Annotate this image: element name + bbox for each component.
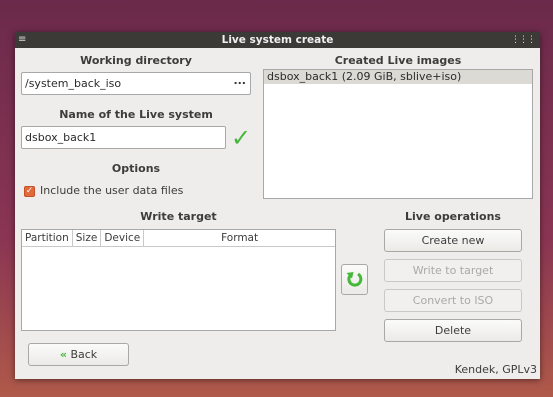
back-button[interactable]: « Back	[28, 343, 129, 366]
working-directory-value: /system_back_iso	[25, 77, 122, 90]
delete-button[interactable]: Delete	[384, 319, 522, 342]
refresh-button[interactable]	[341, 264, 368, 295]
valid-check-icon: ✓	[231, 124, 252, 152]
refresh-icon	[346, 272, 363, 287]
table-header-row: Partition Size Device Format	[22, 230, 335, 247]
created-images-label: Created Live images	[334, 54, 462, 67]
live-name-label: Name of the Live system	[59, 108, 213, 121]
working-directory-label: Working directory	[80, 54, 192, 67]
convert-to-iso-button[interactable]: Convert to ISO	[384, 289, 522, 312]
back-label: Back	[70, 348, 98, 361]
live-name-value: dsbox_back1	[25, 131, 97, 144]
column-size[interactable]: Size	[72, 230, 102, 247]
working-directory-field[interactable]: /system_back_iso ...	[21, 72, 251, 95]
create-new-button[interactable]: Create new	[384, 229, 522, 252]
column-device[interactable]: Device	[100, 230, 145, 247]
created-image-item[interactable]: dsbox_back1 (2.09 GiB, sblive+iso)	[264, 70, 532, 84]
created-images-list[interactable]: dsbox_back1 (2.09 GiB, sblive+iso)	[263, 69, 533, 199]
write-target-table[interactable]: Partition Size Device Format	[21, 229, 336, 331]
window-grip-icon[interactable]: ⋮⋮⋮	[511, 32, 536, 48]
browse-dots-icon[interactable]: ...	[233, 70, 246, 91]
live-operations-label: Live operations	[405, 210, 501, 223]
column-partition[interactable]: Partition	[22, 230, 73, 247]
write-to-target-button[interactable]: Write to target	[384, 259, 522, 282]
live-system-window: ≡ Live system create ⋮⋮⋮ Working directo…	[15, 32, 540, 379]
include-user-data-checkbox[interactable]: ✓	[24, 186, 35, 197]
write-target-label: Write target	[140, 210, 217, 223]
options-label: Options	[111, 162, 161, 175]
back-arrows-icon: «	[59, 348, 67, 361]
footer-credit: Kendek, GPLv3	[454, 363, 537, 376]
column-format[interactable]: Format	[143, 230, 335, 247]
live-name-input[interactable]: dsbox_back1	[21, 126, 226, 149]
title-bar: ≡ Live system create ⋮⋮⋮	[15, 32, 540, 48]
include-user-data-label: Include the user data files	[40, 184, 184, 197]
window-menu-icon[interactable]: ≡	[18, 32, 26, 48]
window-title: Live system create	[221, 34, 334, 46]
